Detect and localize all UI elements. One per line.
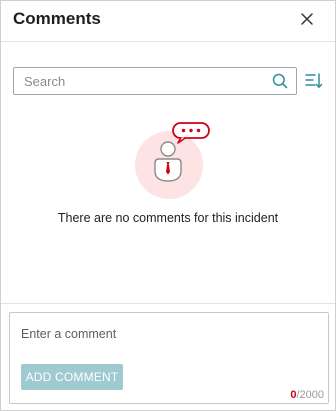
- close-icon: [301, 13, 313, 25]
- close-button[interactable]: [299, 11, 315, 27]
- add-comment-button[interactable]: ADD COMMENT: [21, 364, 123, 390]
- comments-panel: Comments There are no: [0, 0, 336, 411]
- panel-header: Comments: [1, 1, 335, 42]
- panel-title: Comments: [13, 9, 101, 28]
- character-limit: /2000: [296, 389, 324, 401]
- search-box: [13, 67, 297, 95]
- empty-state-message: There are no comments for this incident: [57, 211, 279, 225]
- search-input[interactable]: [14, 68, 264, 94]
- sort-icon: [305, 73, 323, 88]
- sort-button[interactable]: [305, 72, 323, 90]
- no-comments-illustration: [135, 122, 210, 199]
- comment-input[interactable]: [10, 313, 328, 353]
- comment-composer: ADD COMMENT 0/2000: [9, 312, 329, 404]
- composer-divider: [1, 303, 335, 304]
- character-counter: 0/2000: [290, 389, 324, 401]
- search-icon[interactable]: [272, 73, 288, 89]
